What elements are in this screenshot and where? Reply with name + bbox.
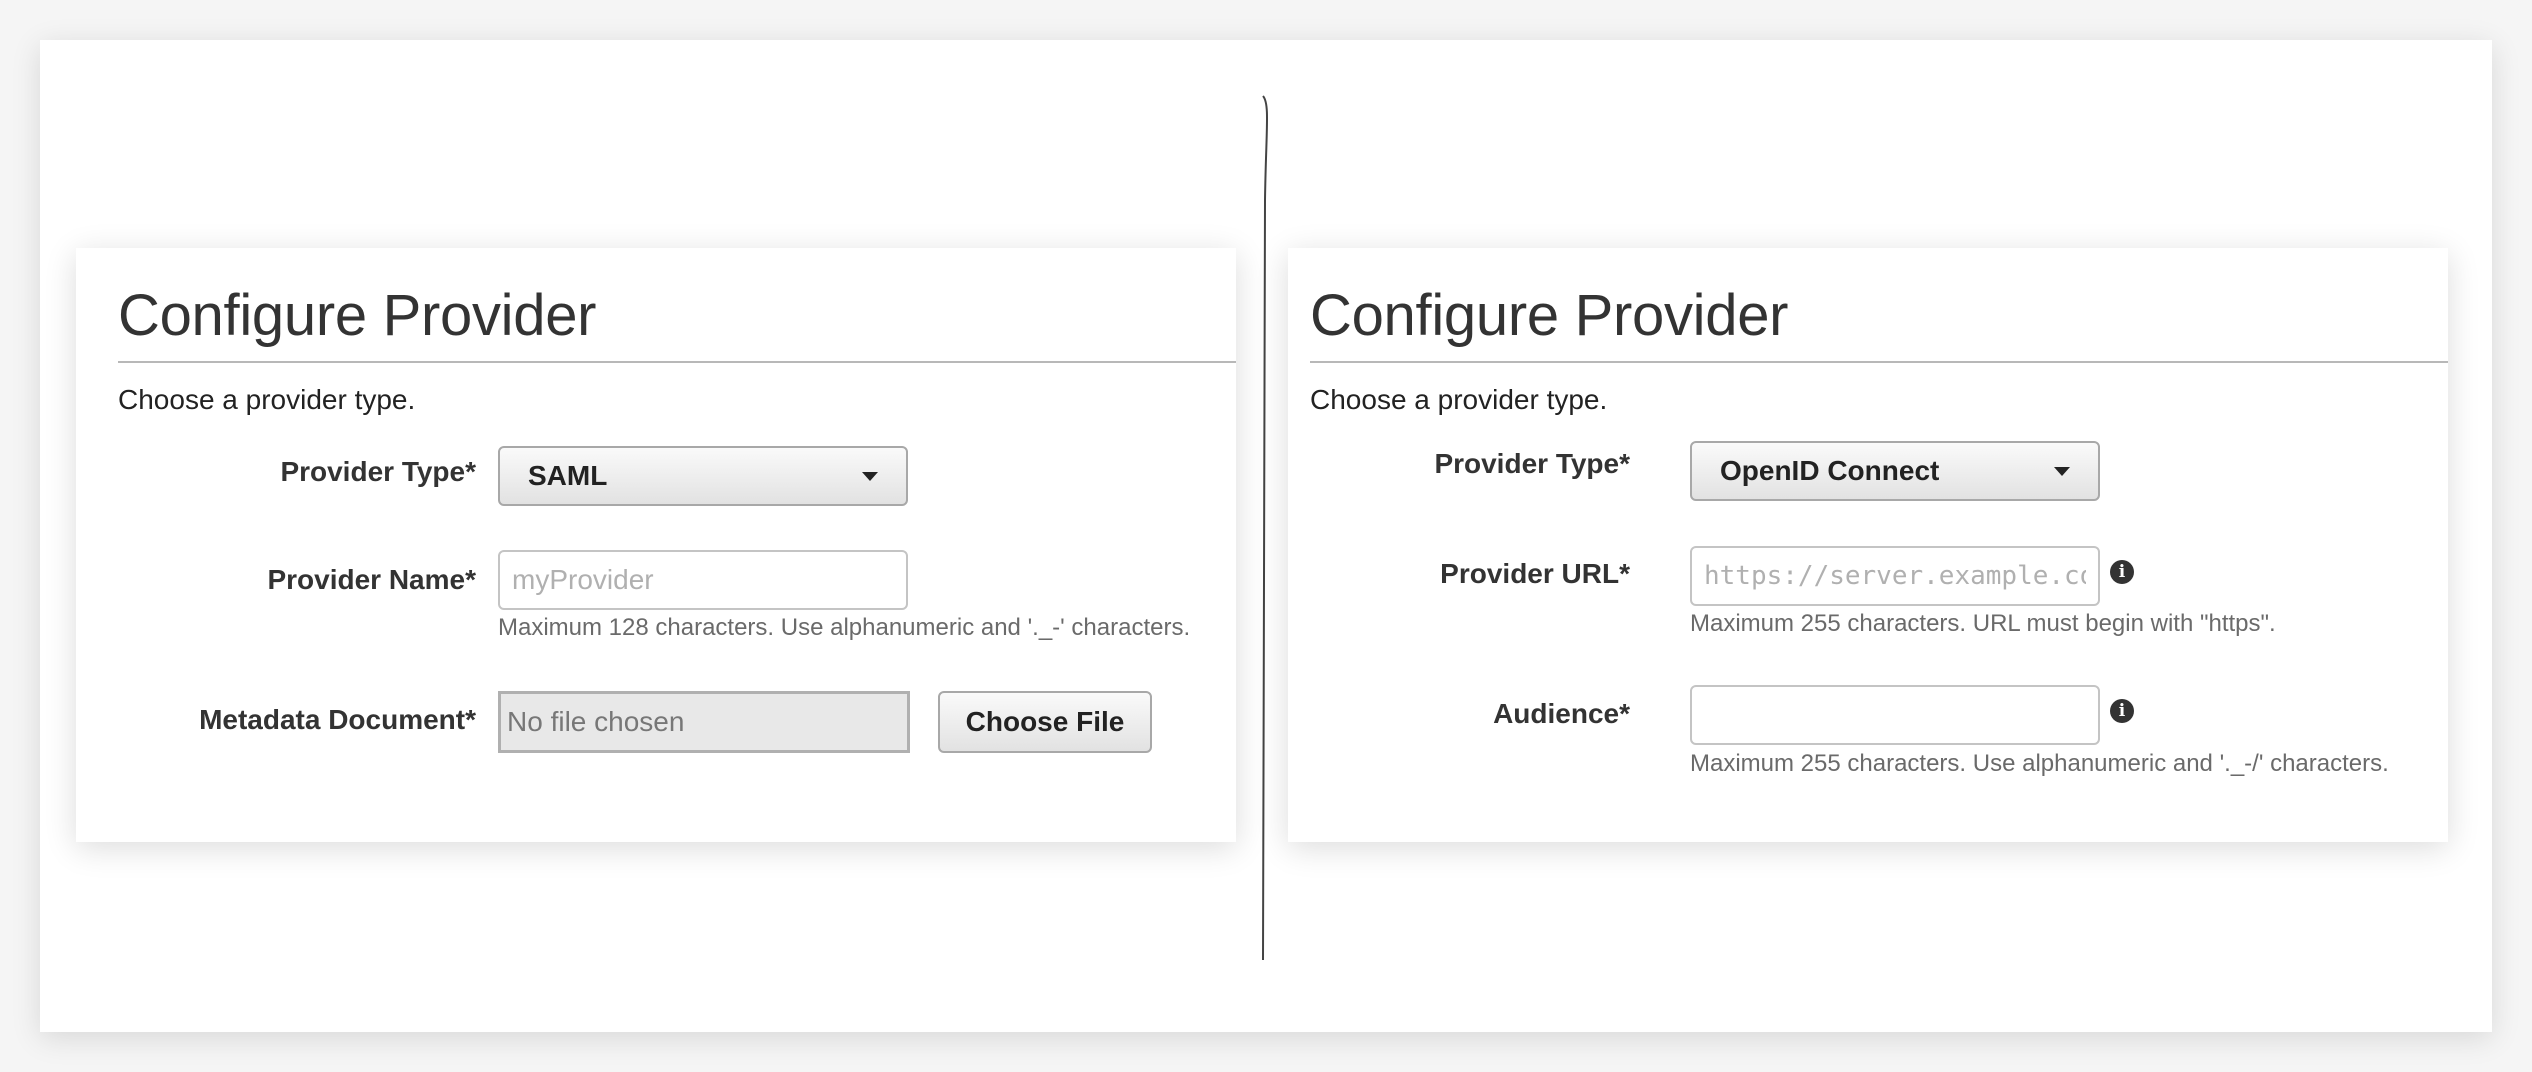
provider-name-input[interactable] [498, 550, 908, 610]
oidc-configure-panel: Configure Provider Choose a provider typ… [1288, 248, 2448, 842]
provider-type-label: Provider Type* [280, 456, 476, 487]
title-divider [118, 361, 1236, 363]
provider-name-hint: Maximum 128 characters. Use alphanumeric… [498, 614, 1191, 641]
provider-type-label: Provider Type* [1434, 448, 1630, 479]
provider-url-input[interactable] [1690, 546, 2100, 606]
audience-input[interactable] [1690, 685, 2100, 745]
subtitle: Choose a provider type. [118, 384, 416, 415]
audience-label: Audience* [1493, 698, 1630, 729]
info-icon[interactable]: i [2110, 699, 2134, 723]
provider-url-hint: Maximum 255 characters. URL must begin w… [1690, 610, 2276, 637]
audience-hint: Maximum 255 characters. Use alphanumeric… [1690, 750, 2389, 777]
page-title: Configure Provider [118, 283, 597, 348]
saml-configure-panel: Configure Provider Choose a provider typ… [76, 248, 1236, 842]
info-icon[interactable]: i [2110, 560, 2134, 584]
provider-type-value: SAML [528, 460, 608, 491]
metadata-document-label: Metadata Document* [199, 704, 476, 735]
provider-type-value: OpenID Connect [1720, 455, 1940, 486]
metadata-file-status: No file chosen [498, 691, 910, 753]
provider-name-label: Provider Name* [267, 564, 476, 595]
provider-type-select[interactable]: OpenID Connect [1690, 441, 2100, 501]
provider-url-label: Provider URL* [1440, 558, 1630, 589]
chevron-down-icon [862, 472, 878, 481]
subtitle: Choose a provider type. [1310, 384, 1608, 415]
title-divider [1310, 361, 2448, 363]
choose-file-button[interactable]: Choose File [938, 691, 1152, 753]
page-title: Configure Provider [1310, 283, 1789, 348]
provider-type-select[interactable]: SAML [498, 446, 908, 506]
chevron-down-icon [2054, 467, 2070, 476]
